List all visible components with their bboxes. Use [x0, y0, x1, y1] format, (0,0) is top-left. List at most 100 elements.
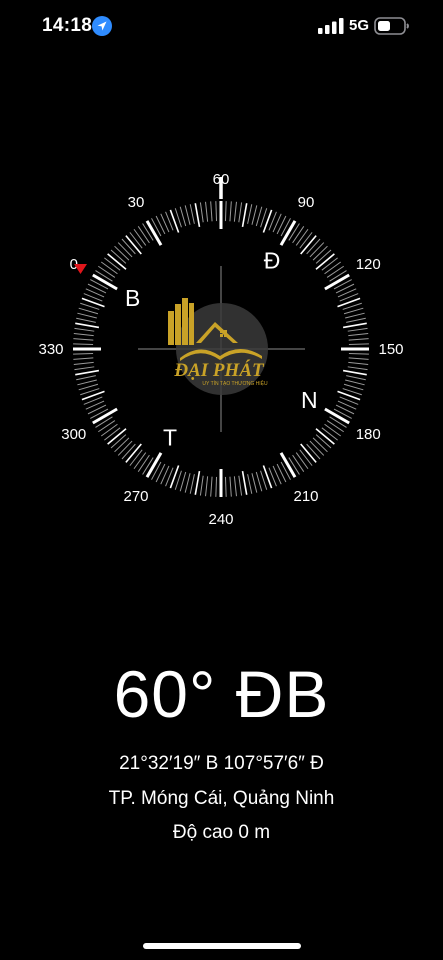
minor-tick	[229, 201, 232, 222]
minor-tick	[315, 434, 332, 449]
minor-tick	[110, 434, 127, 449]
minor-tick	[194, 203, 201, 228]
minor-tick	[87, 404, 107, 415]
minor-tick	[73, 333, 94, 337]
degree-label: 150	[378, 341, 403, 358]
minor-tick	[321, 427, 338, 441]
compass-dial: 0306090120150180210240270300330 BĐNT ĐẠI…	[38, 171, 403, 528]
minor-tick	[346, 317, 366, 323]
minor-tick	[100, 423, 118, 437]
degree-label: 210	[293, 488, 318, 505]
minor-tick	[78, 307, 99, 315]
watermark-brand: ĐẠI PHÁT	[173, 359, 265, 381]
minor-tick	[184, 473, 191, 493]
watermark-logo: ĐẠI PHÁT UY TÍN TẠO THƯƠNG HIỆU	[168, 298, 268, 395]
minor-tick	[233, 201, 237, 222]
minor-tick	[77, 379, 97, 386]
degree-label: 90	[298, 194, 315, 211]
minor-tick	[348, 338, 369, 341]
minor-tick	[348, 357, 369, 360]
minor-tick	[210, 201, 213, 222]
cardinal-south: N	[301, 387, 318, 413]
minor-tick	[205, 201, 209, 222]
degree-label: 330	[38, 341, 63, 358]
minor-tick	[347, 327, 368, 332]
minor-tick	[343, 307, 364, 315]
degree-label: 300	[61, 426, 86, 443]
degree-label: 30	[128, 194, 145, 211]
minor-tick	[210, 476, 213, 497]
minor-tick	[133, 452, 147, 470]
minor-tick	[73, 343, 94, 346]
minor-tick	[129, 449, 143, 466]
minor-tick	[74, 366, 95, 371]
minor-tick	[77, 312, 97, 319]
minor-tick	[155, 215, 166, 235]
minor-tick	[299, 232, 313, 249]
minor-tick	[114, 245, 130, 261]
minor-tick	[324, 261, 342, 275]
coordinates-text[interactable]: 21°32′19″ B 107°57′6″ Đ	[0, 753, 443, 775]
minor-tick	[326, 420, 344, 433]
minor-tick	[75, 322, 100, 329]
minor-tick	[312, 437, 328, 453]
minor-tick	[326, 265, 344, 278]
minor-tick	[348, 352, 369, 355]
minor-tick	[121, 238, 136, 255]
minor-tick	[321, 257, 338, 271]
minor-tick	[345, 312, 365, 319]
minor-tick	[189, 474, 195, 494]
minor-tick	[348, 343, 369, 346]
minor-tick	[241, 203, 248, 228]
minor-tick	[324, 423, 342, 437]
minor-tick	[306, 238, 321, 255]
minor-tick	[114, 437, 130, 453]
minor-tick	[215, 476, 218, 497]
minor-tick	[100, 261, 118, 275]
minor-tick	[343, 383, 364, 391]
elevation-text: Độ cao 0 m	[172, 822, 271, 843]
minor-tick	[184, 205, 191, 225]
minor-tick	[224, 476, 227, 497]
minor-tick	[309, 242, 325, 258]
minor-tick	[292, 454, 305, 472]
minor-tick	[345, 379, 365, 386]
minor-tick	[199, 475, 204, 496]
minor-tick	[73, 361, 94, 365]
minor-tick	[73, 357, 94, 360]
minor-tick	[299, 449, 313, 466]
minor-tick	[238, 202, 243, 223]
minor-tick	[179, 471, 187, 492]
minor-tick	[199, 202, 204, 223]
minor-tick	[104, 257, 121, 271]
degree-label: 240	[208, 511, 233, 528]
minor-tick	[247, 474, 253, 494]
location-name: TP. Móng Cái, Quảng Ninh	[108, 788, 335, 809]
minor-tick	[133, 228, 147, 246]
minor-tick	[104, 427, 121, 441]
minor-tick	[98, 420, 116, 433]
watermark-tagline: UY TÍN TẠO THƯƠNG HIỆU	[202, 379, 268, 387]
minor-tick	[241, 470, 248, 495]
minor-tick	[129, 232, 143, 249]
minor-tick	[233, 476, 237, 497]
minor-tick	[346, 375, 366, 381]
minor-tick	[348, 361, 369, 365]
minor-tick	[179, 206, 187, 227]
minor-tick	[189, 204, 195, 224]
home-indicator[interactable]	[143, 943, 301, 949]
heading-reading: 60° ĐB	[113, 657, 330, 731]
minor-tick	[98, 265, 116, 278]
minor-tick	[238, 475, 243, 496]
minor-tick	[76, 375, 96, 381]
minor-tick	[74, 327, 95, 332]
minor-tick	[347, 366, 368, 371]
minor-tick	[75, 369, 100, 376]
minor-tick	[295, 452, 309, 470]
minor-tick	[342, 369, 367, 376]
minor-tick	[312, 245, 328, 261]
minor-tick	[247, 204, 253, 224]
minor-tick	[110, 249, 127, 264]
minor-tick	[335, 404, 355, 415]
cardinal-north: B	[125, 285, 140, 311]
